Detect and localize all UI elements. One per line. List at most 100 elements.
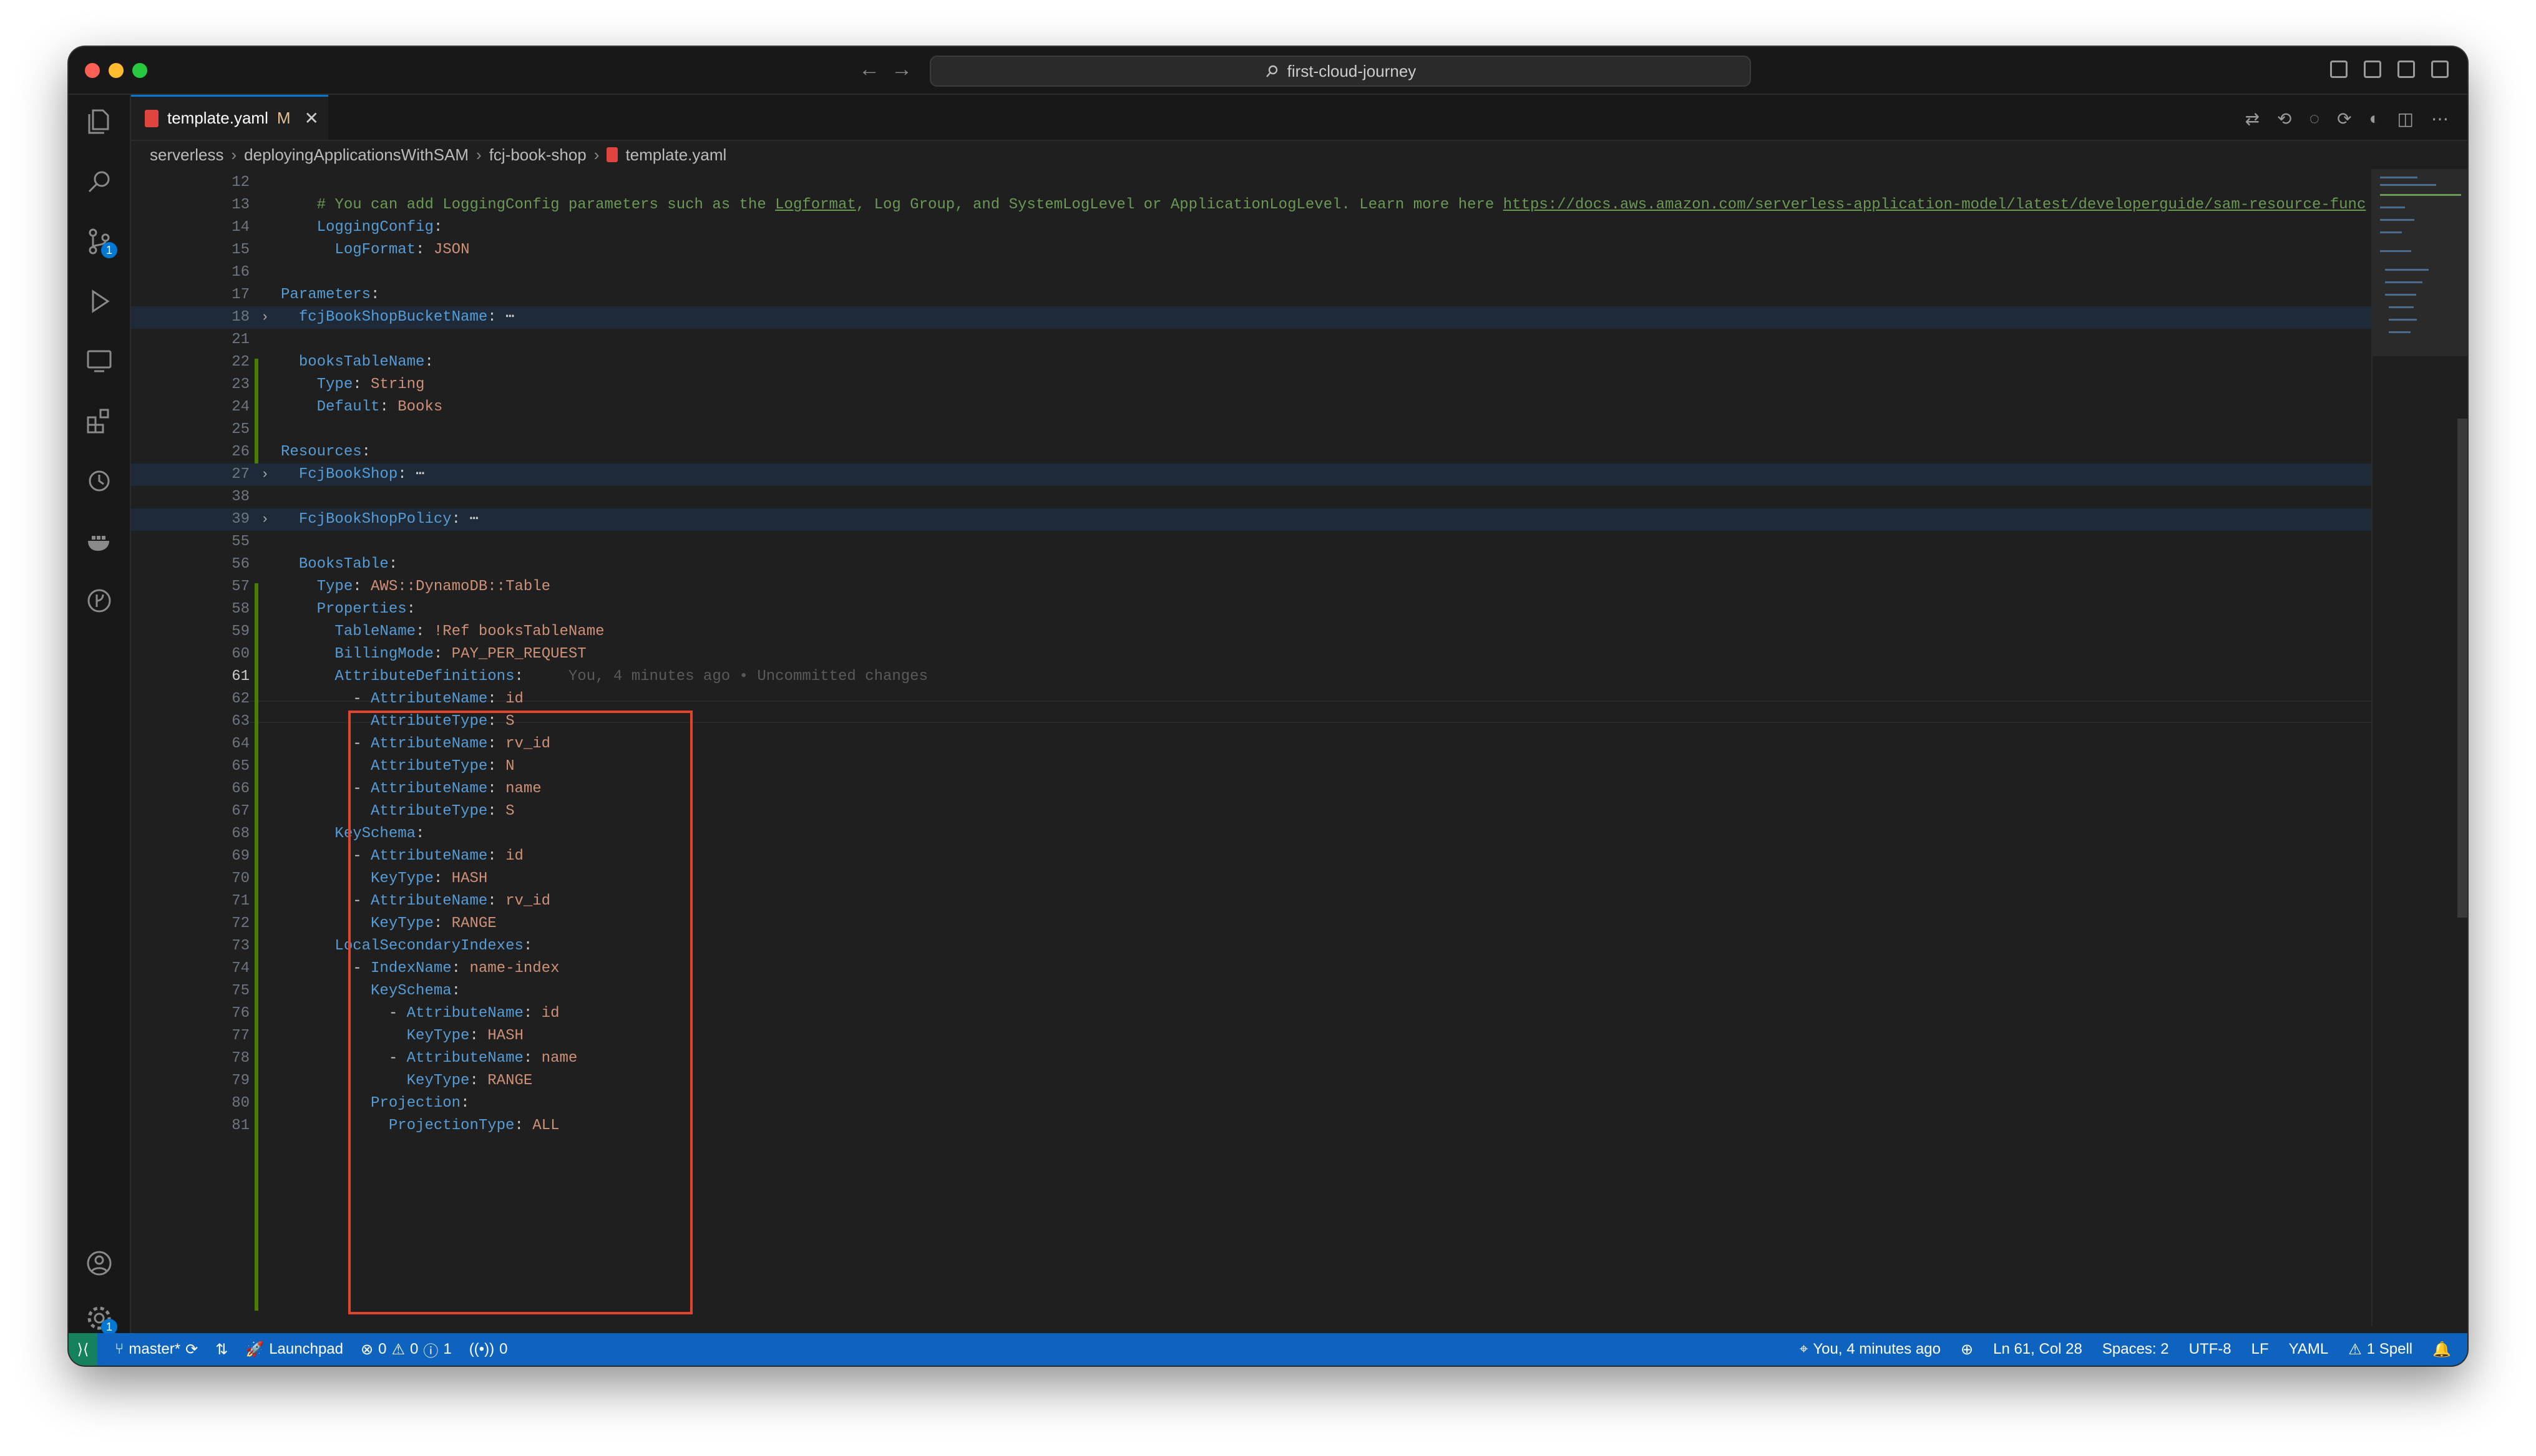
publish-indicator[interactable]: ⇅	[215, 1341, 228, 1359]
breadcrumb-item[interactable]: deployingApplicationsWithSAM	[244, 145, 469, 165]
chevron-right-icon: ›	[593, 145, 600, 164]
line-number: 62	[232, 691, 250, 707]
explorer-icon[interactable]	[84, 106, 115, 137]
problems-indicator[interactable]: ⊗ 0 ⚠ 0 ⓘ 1	[361, 1339, 452, 1361]
inline-blame: You, 4 minutes ago • Uncommitted changes	[523, 668, 928, 685]
customize-layout-icon[interactable]	[2431, 61, 2449, 78]
notifications-bell-icon[interactable]: 🔔	[2432, 1341, 2451, 1359]
launchpad-item[interactable]: 🚀 Launchpad	[245, 1341, 343, 1359]
toggle-primary-sidebar-icon[interactable]	[2330, 61, 2348, 78]
code-text: BooksTable:	[298, 556, 398, 573]
breadcrumb-item[interactable]: fcj-book-shop	[489, 145, 587, 165]
gitlens-icon[interactable]	[84, 585, 115, 616]
code-line[interactable]: 58 Properties:	[131, 598, 2371, 621]
next-change-icon[interactable]: ⟳	[2337, 109, 2351, 129]
code-line[interactable]: 13 # You can add LoggingConfig parameter…	[131, 194, 2371, 216]
branch-indicator[interactable]: ⑂ master* ⟳	[115, 1341, 198, 1359]
fold-chevron-icon[interactable]: ›	[261, 463, 269, 486]
minimap[interactable]	[2371, 169, 2467, 1326]
code-line[interactable]: 39 › FcjBookShopPolicy: ⋯	[131, 508, 2371, 531]
timeline-icon[interactable]	[84, 465, 115, 497]
remote-indicator-icon[interactable]: ⟩⟨	[69, 1333, 97, 1366]
code-line[interactable]: 57 Type: AWS::DynamoDB::Table	[131, 576, 2371, 598]
code-line[interactable]: 27 › FcjBookShop: ⋯	[131, 463, 2371, 486]
close-window-button[interactable]	[85, 63, 100, 78]
vertical-scrollbar[interactable]	[2457, 419, 2467, 918]
line-number: 23	[232, 376, 250, 393]
end-of-line[interactable]: LF	[2251, 1341, 2269, 1358]
indentation[interactable]: Spaces: 2	[2102, 1341, 2169, 1358]
code-line[interactable]: 15 LogFormat: JSON	[131, 239, 2371, 261]
git-branch-icon: ⑂	[115, 1341, 124, 1357]
docker-icon[interactable]	[84, 525, 115, 556]
code-line[interactable]: 25	[131, 419, 2371, 441]
code-line[interactable]: 62 - AttributeName: id	[131, 688, 2371, 711]
extensions-icon[interactable]	[84, 405, 115, 437]
code-line[interactable]: 22 booksTableName:	[131, 351, 2371, 374]
remote-explorer-icon[interactable]	[84, 346, 115, 377]
source-control-icon[interactable]: 1	[84, 226, 117, 258]
zoom-icon[interactable]: ⊕	[1961, 1341, 1973, 1359]
code-line[interactable]: 56 BooksTable:	[131, 553, 2371, 576]
code-line[interactable]: 55	[131, 531, 2371, 553]
search-icon[interactable]	[84, 166, 115, 197]
command-center-search[interactable]: first-cloud-journey	[930, 56, 1751, 87]
toggle-secondary-sidebar-icon[interactable]	[2397, 61, 2415, 78]
language-mode[interactable]: YAML	[2289, 1341, 2329, 1358]
chevron-right-icon: ›	[476, 145, 482, 164]
previous-change-icon[interactable]: ⟲	[2277, 109, 2291, 129]
code-line[interactable]: 17 Parameters:	[131, 284, 2371, 306]
code-line[interactable]: 26 Resources:	[131, 441, 2371, 463]
code-line[interactable]: 61 AttributeDefinitions: You, 4 minutes …	[131, 666, 2371, 688]
line-number: 70	[232, 870, 250, 887]
tab-close-icon[interactable]: ✕	[305, 108, 319, 129]
minimap-line	[2380, 250, 2411, 252]
minimap-slider[interactable]	[2373, 169, 2467, 356]
line-number: 13	[232, 197, 250, 213]
minimap-line	[2380, 231, 2402, 233]
minimize-window-button[interactable]	[109, 63, 124, 78]
code-editor[interactable]: 12 13 # You can add LoggingConfig paramet…	[131, 169, 2371, 1326]
line-number: 21	[232, 331, 250, 348]
more-actions-icon[interactable]: ⋯	[2431, 109, 2449, 129]
code-line[interactable]: 16	[131, 261, 2371, 284]
code-line[interactable]: 59 TableName: !Ref booksTableName	[131, 621, 2371, 643]
tab-template-yaml[interactable]: template.yaml M ✕	[131, 95, 328, 140]
open-changes-icon[interactable]: ⇄	[2245, 109, 2260, 129]
fold-chevron-icon[interactable]: ›	[261, 508, 269, 531]
code-line[interactable]: 24 Default: Books	[131, 396, 2371, 419]
ports-indicator[interactable]: ((•)) 0	[469, 1341, 508, 1358]
blame-indicator[interactable]: ⌖ You, 4 minutes ago	[1800, 1341, 1941, 1358]
code-line[interactable]: 23 Type: String	[131, 374, 2371, 396]
line-number: 68	[232, 825, 250, 842]
code-line[interactable]: 14 LoggingConfig:	[131, 216, 2371, 239]
cursor-position[interactable]: Ln 61, Col 28	[1993, 1341, 2082, 1358]
maximize-window-button[interactable]	[132, 63, 147, 78]
back-arrow-icon[interactable]: ←	[859, 57, 880, 82]
settings-gear-icon[interactable]: 1	[84, 1303, 117, 1335]
line-number: 15	[232, 241, 250, 258]
code-line[interactable]: 21	[131, 329, 2371, 351]
account-icon[interactable]	[84, 1248, 115, 1279]
git-commit-icon[interactable]: ◌	[2309, 109, 2320, 129]
code-line[interactable]: 18 › fcjBookShopBucketName: ⋯	[131, 306, 2371, 329]
spell-count: 1 Spell	[2366, 1341, 2413, 1357]
minimap-line	[2389, 319, 2417, 321]
line-number: 61	[232, 668, 250, 685]
line-number: 58	[232, 601, 250, 618]
code-text: Parameters:	[281, 286, 380, 303]
gitlens-inspect-icon[interactable]: ◐	[2369, 109, 2380, 129]
toggle-panel-icon[interactable]	[2364, 61, 2381, 78]
fold-chevron-icon[interactable]: ›	[261, 306, 269, 329]
breadcrumb-item[interactable]: template.yaml	[625, 145, 726, 165]
run-debug-icon[interactable]	[84, 286, 115, 317]
tab-filename: template.yaml	[167, 109, 268, 127]
split-editor-icon[interactable]: ◫	[2397, 109, 2414, 129]
code-line[interactable]: 12	[131, 172, 2371, 194]
encoding[interactable]: UTF-8	[2189, 1341, 2231, 1358]
code-line[interactable]: 60 BillingMode: PAY_PER_REQUEST	[131, 643, 2371, 666]
forward-arrow-icon[interactable]: →	[891, 57, 912, 82]
code-line[interactable]: 38	[131, 486, 2371, 508]
spell-indicator[interactable]: ⚠ 1 Spell	[2348, 1341, 2412, 1359]
breadcrumb-item[interactable]: serverless	[150, 145, 223, 165]
